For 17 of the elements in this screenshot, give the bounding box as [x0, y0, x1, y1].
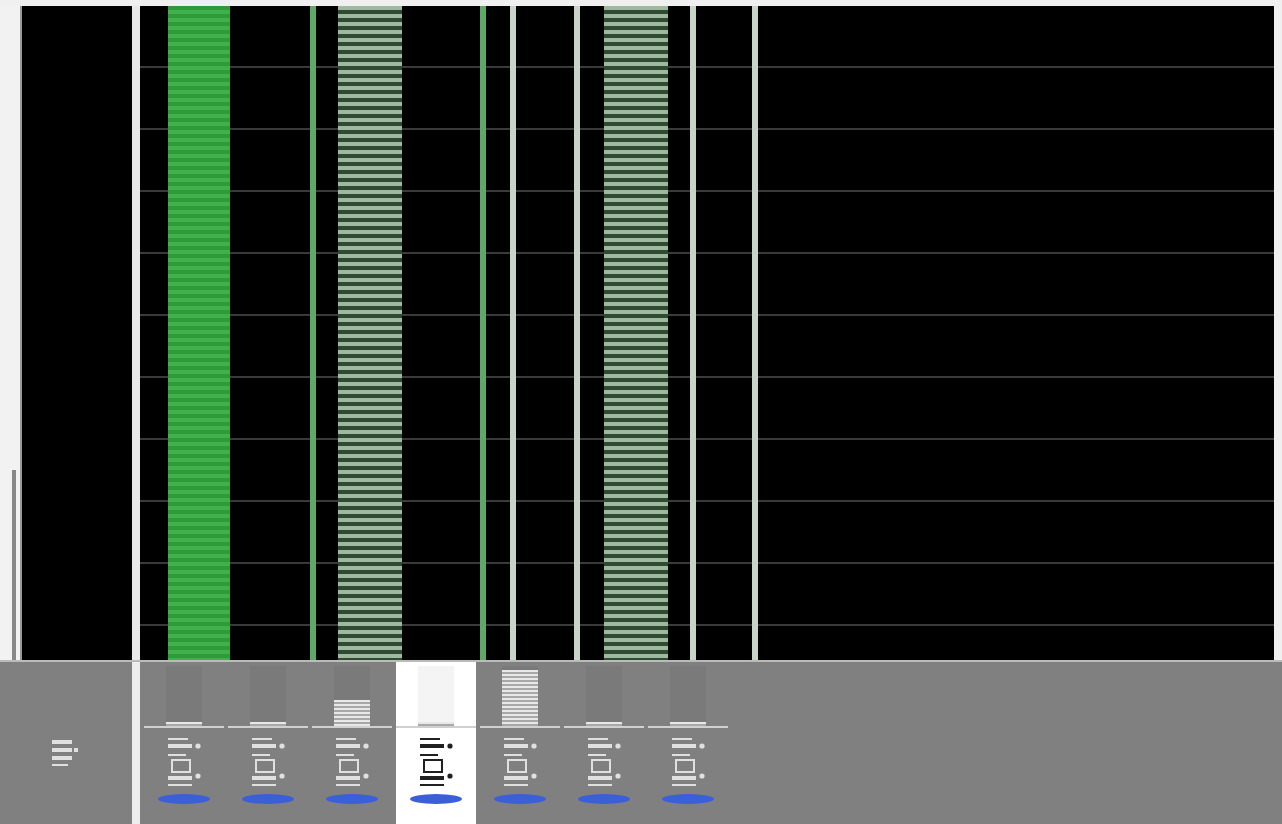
- channel-controls-icon: [498, 736, 542, 788]
- pan-slider[interactable]: [578, 794, 630, 804]
- pan-slider[interactable]: [158, 794, 210, 804]
- channel-controls-icon: [246, 736, 290, 788]
- pan-slider[interactable]: [410, 794, 462, 804]
- mixer-label-icon: [52, 740, 80, 768]
- channel-controls-icon: [162, 736, 206, 788]
- scroll-bar[interactable]: [12, 470, 16, 660]
- pan-slider[interactable]: [494, 794, 546, 804]
- channel-strip[interactable]: [396, 662, 476, 824]
- channel-controls-icon: [330, 736, 374, 788]
- pan-slider[interactable]: [662, 794, 714, 804]
- channel-controls-icon: [666, 736, 710, 788]
- channel-controls-icon: [414, 736, 458, 788]
- pan-slider[interactable]: [326, 794, 378, 804]
- pan-slider[interactable]: [242, 794, 294, 804]
- channel-controls-icon: [582, 736, 626, 788]
